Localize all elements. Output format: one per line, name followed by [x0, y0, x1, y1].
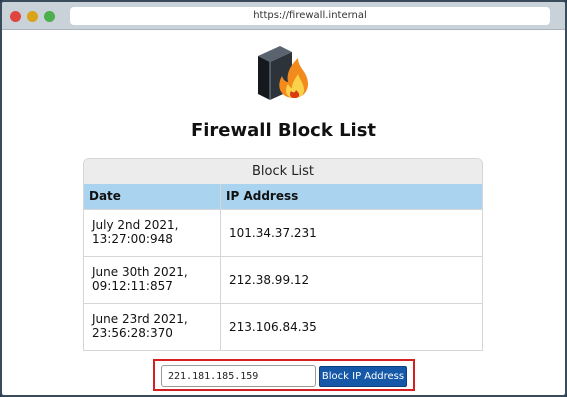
date-cell: July 2nd 2021, 13:27:00:948 — [84, 210, 221, 256]
date-text: June 23rd 2021, — [92, 312, 188, 326]
close-window-icon[interactable] — [10, 11, 21, 22]
date-cell: June 23rd 2021, 23:56:28:370 — [84, 304, 221, 350]
date-cell: June 30th 2021, 09:12:11:857 — [84, 257, 221, 303]
time-text: 13:27:00:948 — [92, 232, 173, 246]
ip-cell: 212.38.99.12 — [229, 273, 310, 287]
browser-titlebar: https://firewall.internal — [2, 2, 565, 30]
page-title: Firewall Block List — [190, 120, 377, 141]
date-text: July 2nd 2021, — [92, 218, 179, 232]
date-text: June 30th 2021, — [92, 265, 188, 279]
block-ip-button[interactable]: Block IP Address — [319, 366, 407, 387]
minimize-window-icon[interactable] — [27, 11, 38, 22]
browser-window: https://firewall.internal Firewall Block… — [0, 0, 567, 397]
firewall-flame-icon — [250, 42, 314, 104]
address-bar[interactable]: https://firewall.internal — [70, 7, 550, 25]
table-row: July 2nd 2021, 13:27:00:948 101.34.37.23… — [84, 209, 482, 256]
time-text: 23:56:28:370 — [92, 326, 173, 340]
time-text: 09:12:11:857 — [92, 279, 173, 293]
ip-cell: 101.34.37.231 — [229, 226, 317, 240]
table-caption: Block List — [84, 159, 482, 184]
column-header-ip: IP Address — [226, 189, 299, 203]
ip-cell: 213.106.84.35 — [229, 320, 317, 334]
table-row: June 23rd 2021, 23:56:28:370 213.106.84.… — [84, 303, 482, 350]
block-list-table: Block List Date IP Address July 2nd 2021… — [83, 158, 483, 351]
table-header: Date IP Address — [84, 184, 482, 209]
column-header-date: Date — [84, 184, 221, 209]
ip-address-input[interactable] — [161, 365, 316, 387]
maximize-window-icon[interactable] — [44, 11, 55, 22]
table-row: June 30th 2021, 09:12:11:857 212.38.99.1… — [84, 256, 482, 303]
block-ip-form: Block IP Address — [153, 359, 415, 391]
